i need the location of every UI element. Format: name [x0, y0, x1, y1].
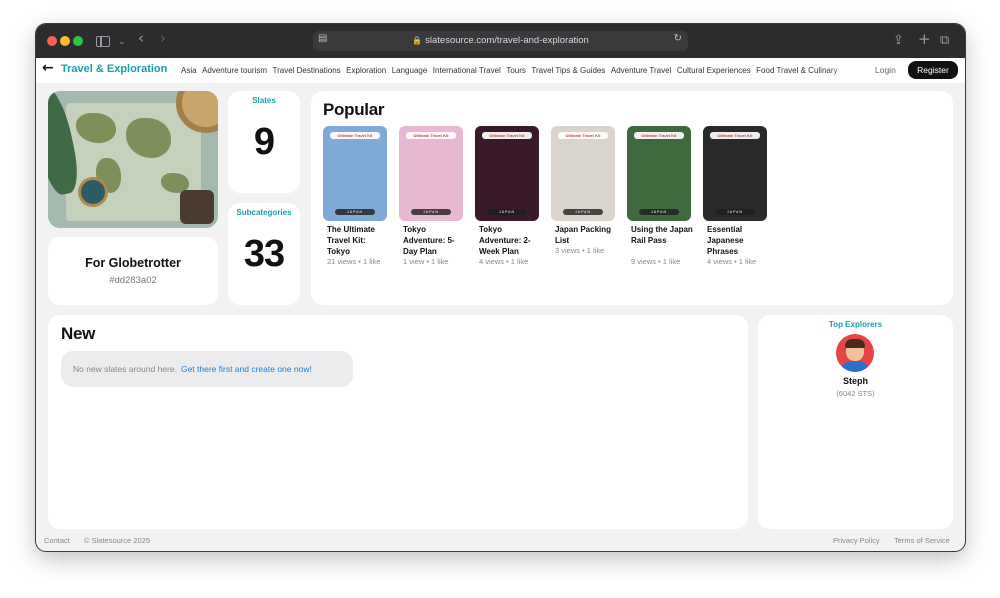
slate-thumbnail[interactable]: Ultimate Travel Kit JAPAN — [627, 126, 691, 221]
new-section: New No new slates around here. Get there … — [48, 315, 748, 529]
login-button[interactable]: Login — [875, 65, 896, 75]
compass-icon — [78, 177, 108, 207]
reload-icon[interactable]: ↻ — [674, 33, 682, 44]
subcategory-link[interactable]: Cultural Experiences — [677, 66, 751, 75]
subcategory-link[interactable]: Exploration — [346, 66, 386, 75]
subcategory-link[interactable]: Asia — [181, 66, 197, 75]
slate-meta: 4 views • 1 like — [479, 257, 529, 266]
subcategory-nav: Asia Adventure tourism Travel Destinations… — [181, 66, 863, 75]
browser-titlebar: ⌄ ‹ › ▤ 🔒 slatesource.com/travel-and-expl… — [36, 24, 965, 58]
slates-stat-card: Slates 9 — [228, 91, 300, 193]
slate-title[interactable]: Using the Japan Rail Pass — [631, 224, 693, 246]
slate-footer-label: JAPAN — [639, 209, 679, 215]
browser-window: ⌄ ‹ › ▤ 🔒 slatesource.com/travel-and-expl… — [36, 24, 965, 551]
url-text: slatesource.com/travel-and-exploration — [425, 35, 589, 46]
chevron-down-icon[interactable]: ⌄ — [118, 33, 126, 51]
minimize-window-button[interactable] — [60, 36, 70, 46]
subcategory-link[interactable]: Travel Tips & Guides — [531, 66, 605, 75]
slate-meta: 9 views • 1 like — [631, 257, 681, 266]
subcategories-label: Subcategories — [236, 208, 292, 217]
slate-meta: 1 view • 1 like — [403, 257, 449, 266]
slate-thumbnail[interactable]: Ultimate Travel Kit JAPAN — [475, 126, 539, 221]
back-nav-icon[interactable]: ‹ — [138, 29, 144, 47]
copyright-text: © Slatesource 2025 — [84, 536, 150, 545]
register-button[interactable]: Register — [908, 61, 958, 79]
avatar[interactable] — [836, 334, 874, 372]
top-explorers-card: Top Explorers Steph (6042 STS) — [758, 315, 953, 529]
popular-title: Popular — [323, 100, 385, 119]
explorer-name[interactable]: Steph — [758, 376, 953, 386]
category-name: For Globetrotter — [85, 256, 181, 270]
subcategory-link[interactable]: Adventure tourism — [202, 66, 267, 75]
category-cover-image — [48, 91, 218, 228]
slate-tag: Ultimate Travel Kit — [634, 132, 684, 139]
slates-label: Slates — [252, 96, 276, 105]
forward-nav-icon[interactable]: › — [160, 29, 166, 47]
share-icon[interactable]: ⇪ — [893, 32, 904, 50]
zoom-window-button[interactable] — [73, 36, 83, 46]
new-tab-icon[interactable]: + — [918, 30, 931, 48]
category-code: #dd283a02 — [109, 275, 157, 286]
subcategory-link[interactable]: Tours — [506, 66, 526, 75]
slates-count: 9 — [253, 121, 275, 163]
subcategory-link[interactable]: Adventure Travel — [611, 66, 671, 75]
slate-title[interactable]: Essential Japanese Phrases — [707, 224, 769, 257]
page-title: Travel & Exploration — [61, 63, 168, 75]
new-title: New — [61, 324, 96, 343]
back-arrow-icon[interactable]: ← — [42, 60, 54, 76]
page-footer: Contact © Slatesource 2025 Privacy Polic… — [36, 535, 965, 549]
create-slate-link[interactable]: Get there first and create one now! — [181, 364, 312, 374]
slate-thumbnail[interactable]: Ultimate Travel Kit JAPAN — [399, 126, 463, 221]
subcategories-stat-card: Subcategories 33 — [228, 203, 300, 305]
subnav-fade — [826, 62, 866, 80]
app-header: ← Travel & Exploration Asia Adventure tou… — [36, 58, 965, 83]
slate-tag: Ultimate Travel Kit — [558, 132, 608, 139]
slate-footer-label: JAPAN — [411, 209, 451, 215]
slate-title[interactable]: Tokyo Adventure: 2-Week Plan — [479, 224, 541, 257]
tab-overview-icon[interactable]: ⧉ — [940, 32, 949, 50]
slate-thumbnail[interactable]: Ultimate Travel Kit JAPAN — [703, 126, 767, 221]
slate-title[interactable]: Japan Packing List — [555, 224, 617, 246]
explorer-score: (6042 STS) — [836, 389, 875, 398]
lock-icon: 🔒 — [412, 36, 423, 45]
slate-footer-label: JAPAN — [487, 209, 527, 215]
subcategory-link[interactable]: International Travel — [433, 66, 501, 75]
subcategory-link[interactable]: Travel Destinations — [272, 66, 340, 75]
slate-thumbnail[interactable]: Ultimate Travel Kit JAPAN — [551, 126, 615, 221]
address-bar[interactable]: ▤ 🔒 slatesource.com/travel-and-exploratio… — [313, 31, 688, 51]
popular-section: Popular Ultimate Travel Kit JAPAN The Ulti… — [311, 91, 953, 305]
slate-tag: Ultimate Travel Kit — [406, 132, 456, 139]
slate-title[interactable]: The Ultimate Travel Kit: Tokyo — [327, 224, 389, 257]
top-explorers-label: Top Explorers — [828, 320, 883, 329]
slate-footer-label: JAPAN — [715, 209, 755, 215]
contact-link[interactable]: Contact — [44, 536, 70, 545]
slate-meta: 3 views • 1 like — [555, 246, 605, 255]
sidebar-toggle-icon[interactable] — [96, 36, 110, 47]
subcategories-count: 33 — [243, 233, 285, 275]
slate-footer-label: JAPAN — [335, 209, 375, 215]
slate-footer-label: JAPAN — [563, 209, 603, 215]
empty-state-text: No new slates around here. — [73, 364, 177, 374]
camera-decoration — [180, 190, 214, 224]
subcategory-link[interactable]: Language — [392, 66, 428, 75]
privacy-policy-link[interactable]: Privacy Policy — [833, 536, 880, 545]
slate-title[interactable]: Tokyo Adventure: 5-Day Plan — [403, 224, 465, 257]
empty-state: No new slates around here. Get there firs… — [61, 351, 353, 387]
slate-meta: 21 views • 1 like — [327, 257, 381, 266]
terms-of-service-link[interactable]: Terms of Service — [894, 536, 950, 545]
slate-tag: Ultimate Travel Kit — [482, 132, 532, 139]
slate-thumbnail[interactable]: Ultimate Travel Kit JAPAN — [323, 126, 387, 221]
category-name-card: For Globetrotter #dd283a02 — [48, 237, 218, 305]
slate-tag: Ultimate Travel Kit — [330, 132, 380, 139]
slate-meta: 4 views • 1 like — [707, 257, 757, 266]
close-window-button[interactable] — [47, 36, 57, 46]
slate-tag: Ultimate Travel Kit — [710, 132, 760, 139]
